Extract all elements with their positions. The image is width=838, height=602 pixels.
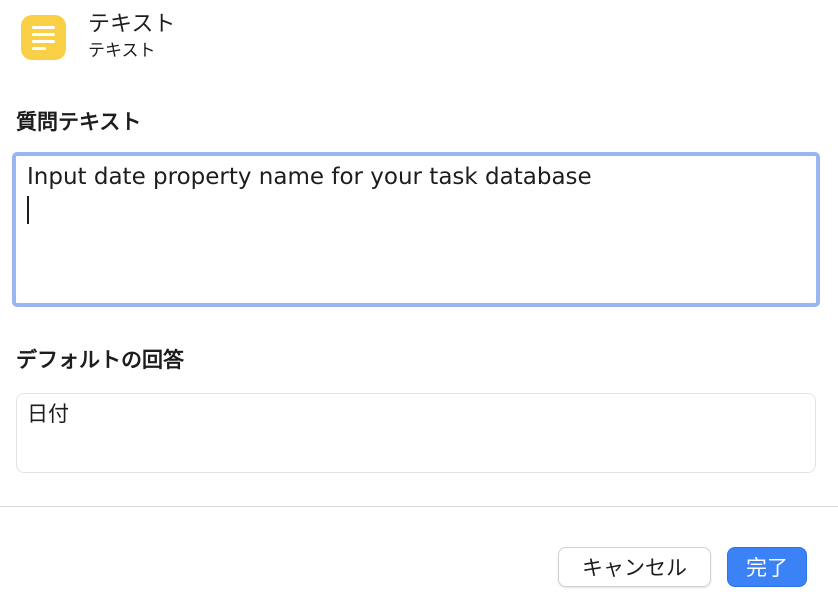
question-text-field[interactable]: Input date property name for your task d… xyxy=(12,152,820,307)
text-caret xyxy=(27,196,29,224)
cancel-button[interactable]: キャンセル xyxy=(558,547,711,587)
action-subtitle: テキスト xyxy=(88,41,156,61)
text-lines-icon xyxy=(21,15,66,60)
action-title: テキスト xyxy=(88,12,176,37)
footer-divider xyxy=(0,506,838,507)
default-answer-value[interactable]: 日付 xyxy=(27,399,805,429)
question-text-label: 質問テキスト xyxy=(16,110,142,134)
header-titles: テキスト テキスト xyxy=(88,12,175,62)
question-text-value[interactable]: Input date property name for your task d… xyxy=(27,160,805,194)
dialog-header: テキスト テキスト xyxy=(21,12,175,62)
default-answer-label: デフォルトの回答 xyxy=(16,348,184,372)
default-answer-field[interactable]: 日付 xyxy=(16,393,816,473)
done-button[interactable]: 完了 xyxy=(727,547,807,587)
